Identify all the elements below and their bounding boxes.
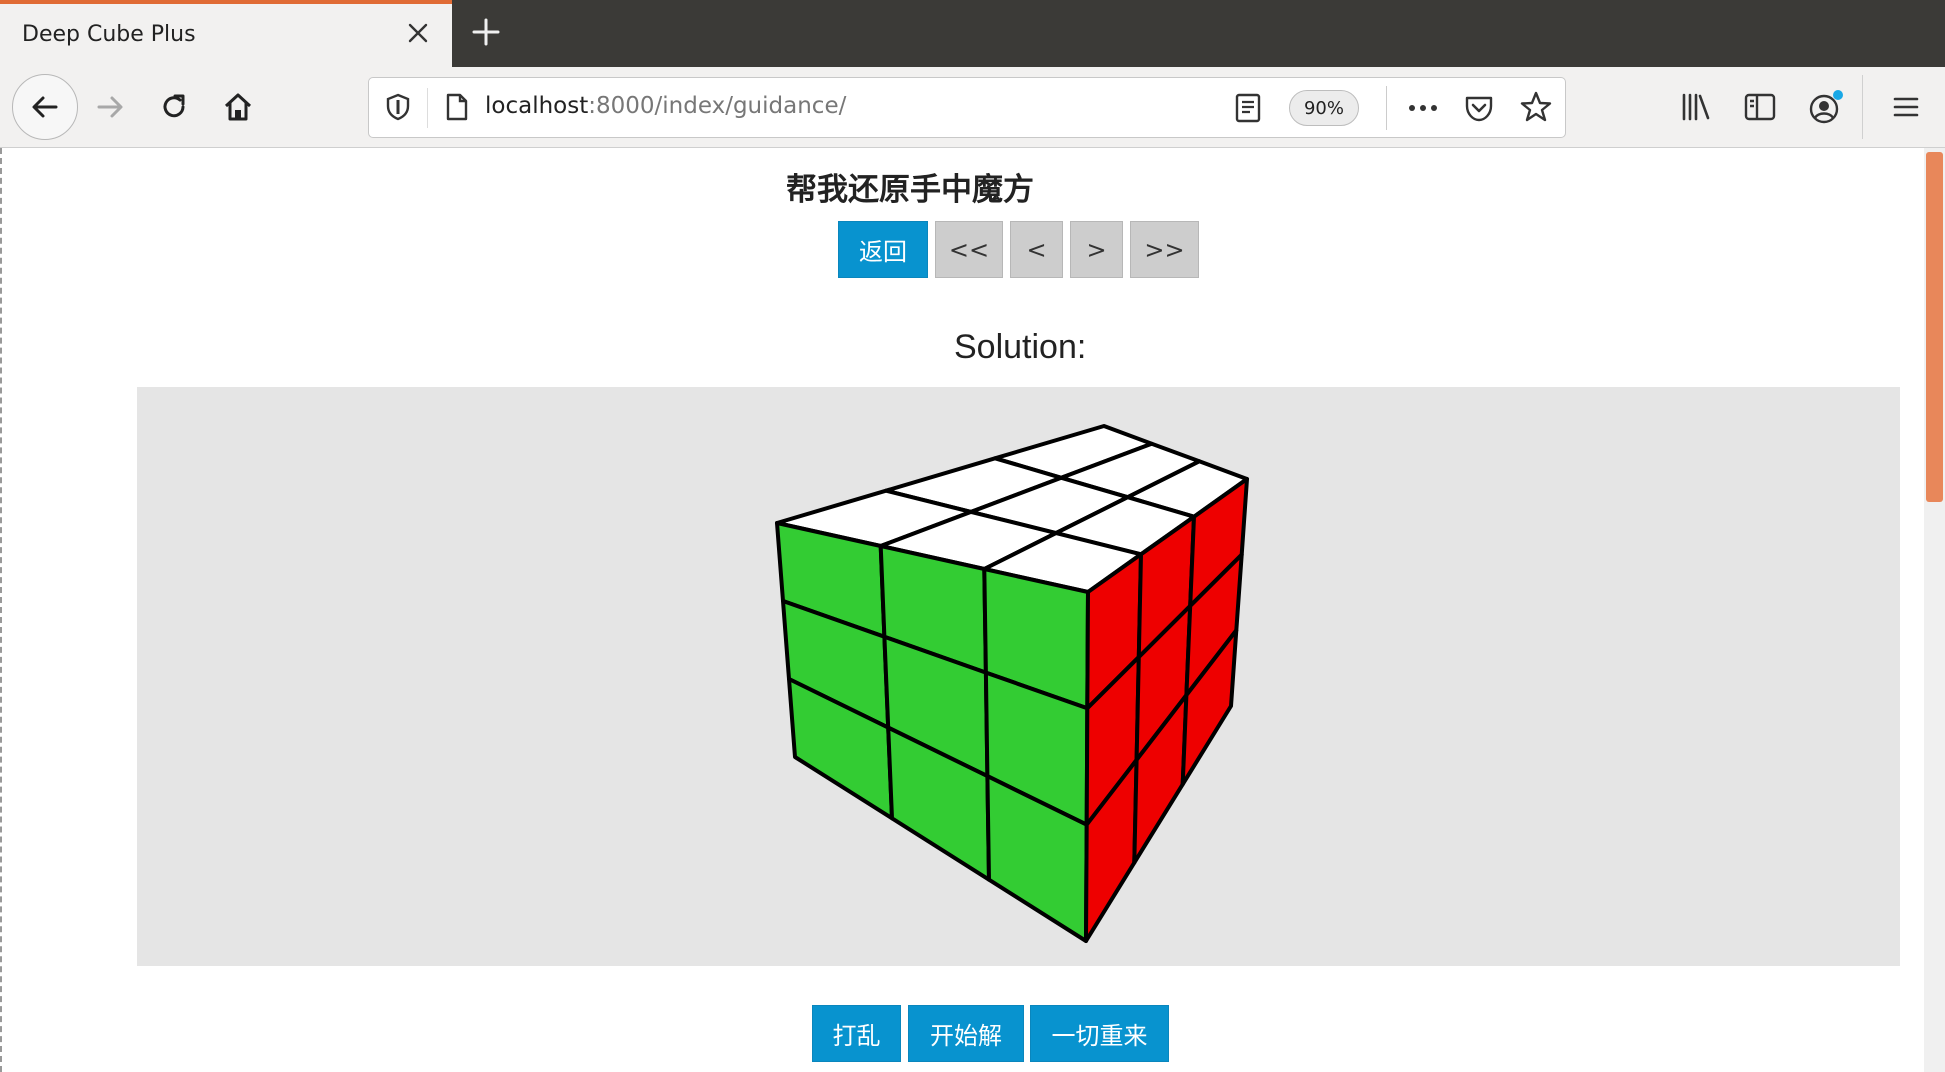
- cube-viewport[interactable]: [137, 387, 1900, 966]
- first-step-button[interactable]: <<: [935, 221, 1003, 278]
- back-button-page[interactable]: 返回: [838, 221, 928, 278]
- page-content: 帮我还原手中魔方 返回 << < > >> Solution: 打乱 开始解 一…: [0, 148, 1945, 1072]
- next-step-button[interactable]: >: [1070, 221, 1123, 278]
- url-path: :8000/index/guidance/: [588, 93, 847, 119]
- page-title: 帮我还原手中魔方: [0, 164, 1930, 209]
- bookmark-star-icon[interactable]: [1519, 90, 1553, 124]
- url-host: localhost: [485, 93, 589, 119]
- tab-title: Deep Cube Plus: [22, 22, 196, 47]
- divider: [1862, 75, 1863, 139]
- pocket-icon[interactable]: [1463, 92, 1495, 124]
- last-step-button[interactable]: >>: [1130, 221, 1199, 278]
- shield-icon[interactable]: [383, 92, 413, 122]
- page-title-text: 帮我还原手中魔方: [786, 172, 1034, 208]
- browser-tab-bar: Deep Cube Plus: [0, 0, 1945, 67]
- arrow-right-icon: [97, 96, 123, 118]
- back-button[interactable]: [12, 74, 78, 140]
- home-button[interactable]: [212, 81, 264, 133]
- sidebar-icon[interactable]: [1742, 89, 1778, 125]
- address-bar[interactable]: localhost:8000/index/guidance/ 90%: [368, 77, 1566, 138]
- library-icon[interactable]: [1678, 89, 1714, 125]
- forward-button[interactable]: [84, 81, 136, 133]
- browser-tab-active[interactable]: Deep Cube Plus: [0, 0, 452, 67]
- scramble-button[interactable]: 打乱: [812, 1005, 901, 1062]
- start-solve-button[interactable]: 开始解: [908, 1005, 1024, 1062]
- arrow-left-icon: [32, 96, 58, 118]
- divider: [1386, 86, 1387, 130]
- previous-step-button[interactable]: <: [1010, 221, 1063, 278]
- page-icon[interactable]: [443, 92, 471, 122]
- home-icon: [224, 93, 252, 121]
- rubiks-cube-3d[interactable]: [137, 387, 1900, 966]
- window-edge: [0, 148, 4, 1072]
- zoom-level-badge[interactable]: 90%: [1289, 90, 1359, 126]
- reader-view-icon[interactable]: [1233, 92, 1263, 124]
- close-icon[interactable]: [405, 20, 431, 46]
- browser-toolbar: localhost:8000/index/guidance/ 90%: [0, 67, 1945, 148]
- new-tab-icon[interactable]: [470, 16, 502, 48]
- account-icon[interactable]: [1806, 87, 1846, 127]
- scrollbar-thumb[interactable]: [1926, 152, 1943, 502]
- divider: [427, 88, 428, 128]
- reload-icon: [163, 94, 185, 118]
- hamburger-menu-icon[interactable]: [1890, 91, 1922, 123]
- reload-button[interactable]: [148, 81, 200, 133]
- solution-label: Solution:: [954, 328, 1087, 366]
- url-text[interactable]: localhost:8000/index/guidance/: [485, 93, 846, 119]
- reset-all-button[interactable]: 一切重来: [1030, 1005, 1169, 1062]
- more-actions-icon[interactable]: [1405, 94, 1441, 122]
